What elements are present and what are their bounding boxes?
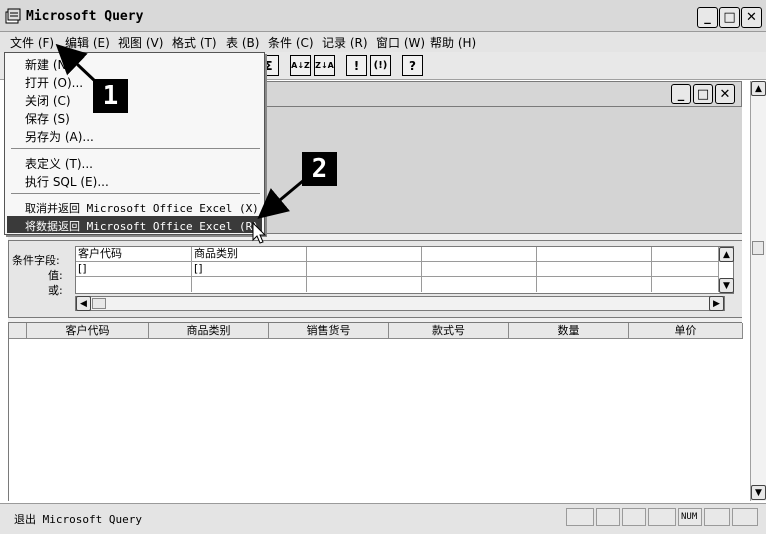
criteria-value-cell[interactable] [652,262,719,277]
menu-cancel-return-excel[interactable]: 取消并返回 Microsoft Office Excel (X) [25,200,259,216]
criteria-value-cell[interactable]: [] [76,262,192,277]
menu-criteria[interactable]: 条件 (C) [268,34,314,51]
menu-save-as[interactable]: 另存为 (A)... [25,128,94,145]
auto-query-button[interactable]: (!) [370,55,391,76]
scroll-thumb[interactable] [752,241,764,255]
sum-icon: Σ [264,58,273,73]
criteria-field-cell[interactable] [652,247,719,262]
criteria-or-cell[interactable] [192,277,307,292]
close-button[interactable]: ✕ [741,7,762,28]
status-panel [622,508,646,526]
menu-separator [11,193,260,194]
sort-descending-icon: Z↓A [315,61,334,70]
help-button[interactable]: ? [402,55,423,76]
criteria-or-cell[interactable] [422,277,537,292]
menu-open[interactable]: 打开 (O)... [25,74,83,91]
criteria-or-cell[interactable] [76,277,192,292]
criteria-value-cell[interactable] [422,262,537,277]
menu-separator [11,148,260,149]
close-icon: ✕ [719,86,731,102]
criteria-or-cell[interactable] [307,277,422,292]
status-panel [732,508,758,526]
criteria-field-cell[interactable]: 客户代码 [76,247,192,262]
minimize-icon: _ [677,86,685,102]
menu-save[interactable]: 保存 (S) [25,110,70,127]
scroll-down-button[interactable]: ▼ [751,485,766,500]
exclamation-icon: ! [353,58,360,73]
menu-table[interactable]: 表 (B) [226,34,259,51]
criteria-or-cell[interactable] [652,277,719,292]
criteria-or-label: 或: [48,284,63,297]
criteria-field-cell[interactable] [307,247,422,262]
query-app-icon [5,8,21,24]
child-close-button[interactable]: ✕ [715,84,735,104]
column-header[interactable]: 销售货号 [269,323,389,339]
scroll-up-button[interactable]: ▲ [751,81,766,96]
menu-window[interactable]: 窗口 (W) [376,34,425,51]
column-header[interactable]: 款式号 [389,323,509,339]
auto-query-icon: (!) [373,60,388,71]
scroll-left-button[interactable]: ◀ [76,296,91,311]
main-vertical-scrollbar[interactable]: ▲ ▼ [750,81,766,501]
column-header[interactable]: 数量 [509,323,629,339]
sort-ascending-icon: A↓Z [291,61,310,70]
callout-badge-2: 2 [302,152,337,186]
data-pane: 客户代码 商品类别 销售货号 款式号 数量 单价 [8,323,743,501]
help-icon: ? [409,58,416,73]
menu-execute-sql[interactable]: 执行 SQL (E)... [25,173,109,190]
status-text: 退出 Microsoft Query [14,513,142,526]
callout-badge-1: 1 [93,79,128,113]
criteria-value-cell[interactable] [537,262,652,277]
column-header[interactable]: 客户代码 [27,323,149,339]
sort-ascending-button[interactable]: A↓Z [290,55,311,76]
menu-format[interactable]: 格式 (T) [172,34,217,51]
scroll-thumb[interactable] [92,298,106,309]
criteria-field-label: 条件字段: [12,254,60,267]
status-panel [596,508,620,526]
status-panel [566,508,594,526]
menu-file[interactable]: 文件 (F) [10,34,54,51]
child-minimize-button[interactable]: _ [671,84,691,104]
column-header[interactable]: 商品类别 [149,323,269,339]
menu-new[interactable]: 新建 (N) [25,56,71,73]
status-panel [704,508,730,526]
scroll-right-button[interactable]: ▶ [709,296,724,311]
menu-edit[interactable]: 编辑 (E) [65,34,110,51]
menu-return-data-excel[interactable]: 将数据返回 Microsoft Office Excel (R) [25,218,259,234]
status-panel [648,508,676,526]
criteria-value-label: 值: [48,269,63,282]
criteria-or-cell[interactable] [537,277,652,292]
criteria-grid: 客户代码 商品类别 [] [] ▲ ▼ [75,246,734,294]
row-selector-header [9,323,27,339]
criteria-field-cell[interactable]: 商品类别 [192,247,307,262]
minimize-icon: _ [704,10,711,25]
menu-records[interactable]: 记录 (R) [322,34,368,51]
close-icon: ✕ [746,10,757,25]
criteria-field-cell[interactable] [422,247,537,262]
menu-table-definition[interactable]: 表定义 (T)... [25,155,93,172]
sort-descending-button[interactable]: Z↓A [314,55,335,76]
menu-help[interactable]: 帮助 (H) [430,34,476,51]
child-maximize-button[interactable]: □ [693,84,713,104]
minimize-button[interactable]: _ [697,7,718,28]
maximize-button[interactable]: □ [719,7,740,28]
criteria-scroll-up-button[interactable]: ▲ [719,247,734,262]
query-now-button[interactable]: ! [346,55,367,76]
criteria-value-cell[interactable]: [] [192,262,307,277]
criteria-field-cell[interactable] [537,247,652,262]
window-title: Microsoft Query [26,9,144,24]
column-header[interactable]: 单价 [629,323,743,339]
criteria-scroll-down-button[interactable]: ▼ [719,278,734,293]
maximize-icon: □ [696,86,710,102]
num-lock-indicator: NUM [678,508,702,526]
criteria-horizontal-scrollbar[interactable]: ◀ ▶ [75,296,725,311]
criteria-value-cell[interactable] [307,262,422,277]
maximize-icon: □ [723,10,736,25]
menu-close[interactable]: 关闭 (C) [25,92,71,109]
menu-view[interactable]: 视图 (V) [118,34,163,51]
file-menu-dropdown: 新建 (N) 打开 (O)... 关闭 (C) 保存 (S) 另存为 (A)..… [4,52,265,235]
